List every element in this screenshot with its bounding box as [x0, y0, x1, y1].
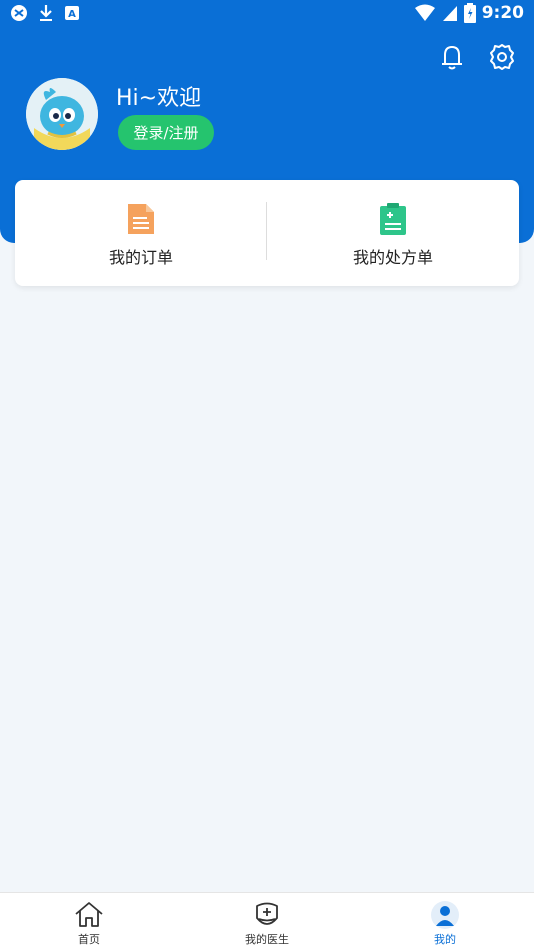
- bottom-tab-bar: 首页 我的医生 我的: [0, 892, 534, 950]
- my-prescriptions-label: 我的处方单: [352, 248, 433, 267]
- my-orders-label: 我的订单: [108, 248, 173, 267]
- tab-my-doctors[interactable]: 我的医生: [178, 893, 356, 950]
- battery-icon: [463, 3, 476, 23]
- avatar[interactable]: [26, 78, 98, 150]
- tab-mine[interactable]: 我的: [356, 893, 534, 950]
- a-badge-icon: A: [65, 6, 79, 20]
- tab-my-doctors-label: 我的医生: [245, 933, 289, 946]
- doctor-icon: [256, 902, 278, 925]
- user-icon: [431, 901, 459, 929]
- wifi-icon: [414, 4, 435, 21]
- prescription-icon: [380, 203, 406, 235]
- my-orders-button[interactable]: 我的订单: [15, 180, 267, 286]
- bell-icon[interactable]: [438, 42, 466, 72]
- document-icon: [128, 204, 154, 234]
- svg-text:A: A: [68, 9, 76, 20]
- signal-icon: [442, 6, 457, 21]
- tab-mine-label: 我的: [434, 933, 456, 946]
- tab-home[interactable]: 首页: [0, 893, 178, 950]
- card-divider: [266, 202, 267, 260]
- home-icon: [75, 902, 103, 927]
- status-bar: A 9:20: [0, 0, 534, 28]
- login-register-button[interactable]: 登录/注册: [118, 115, 214, 150]
- my-prescriptions-button[interactable]: 我的处方单: [267, 180, 519, 286]
- quick-actions-card: 我的订单 我的处方单: [15, 180, 519, 286]
- status-time: 9:20: [481, 3, 524, 23]
- tab-home-label: 首页: [78, 933, 100, 946]
- greeting-text: Hi~欢迎: [116, 86, 202, 111]
- download-icon: [40, 5, 52, 21]
- gear-icon[interactable]: [488, 42, 516, 72]
- app-notification-icon: [11, 5, 27, 21]
